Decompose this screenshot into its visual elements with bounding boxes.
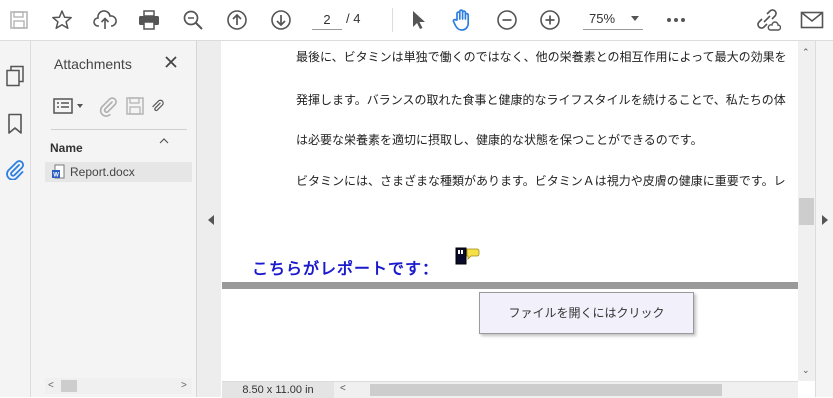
right-rail — [815, 41, 833, 397]
attachments-toolbar — [51, 91, 191, 121]
column-header-name[interactable]: Name — [50, 141, 83, 155]
scroll-right-icon[interactable]: > — [181, 380, 187, 391]
select-cursor-icon[interactable] — [405, 6, 431, 34]
file-attachment-annotation-icon[interactable] — [455, 246, 481, 269]
attachments-icon[interactable] — [3, 156, 27, 182]
main-toolbar: / 4 75% — [0, 0, 833, 41]
tooltip: ファイルを開くにはクリック — [479, 292, 694, 334]
sort-chevron-up-icon[interactable] — [159, 133, 169, 147]
panel-horizontal-scrollbar[interactable]: < > — [45, 378, 192, 394]
collapse-left-icon[interactable] — [208, 215, 214, 225]
attachment-row[interactable]: W Report.docx — [45, 162, 192, 182]
zoom-value: 75% — [589, 11, 616, 26]
more-icon[interactable] — [663, 6, 689, 34]
attach-file-icon[interactable] — [98, 95, 120, 117]
svg-text:W: W — [53, 173, 59, 179]
bookmarks-icon[interactable] — [3, 111, 27, 137]
scrollbar-thumb[interactable] — [799, 198, 814, 225]
left-rail — [0, 41, 31, 397]
bookmark-star-icon[interactable] — [49, 6, 75, 34]
panel-title: Attachments — [54, 56, 132, 72]
document-horizontal-scrollbar-thumb[interactable] — [370, 384, 722, 396]
body-text-line: 発揮します。バランスの取れた食事と健康的なライフスタイルを続けることで、私たちの… — [296, 93, 786, 107]
zoom-select[interactable]: 75% — [583, 9, 643, 30]
save-icon[interactable] — [6, 6, 32, 34]
document-viewport[interactable]: 最後に、ビタミンは単独で働くのではなく、他の栄養素との相互作用によって最大の効果… — [222, 41, 798, 381]
tooltip-text: ファイルを開くにはクリック — [508, 306, 665, 320]
share-link-icon[interactable] — [755, 6, 781, 34]
page-up-icon[interactable] — [224, 6, 250, 34]
hand-tool-icon[interactable] — [449, 6, 475, 34]
panel-splitter[interactable] — [197, 41, 221, 397]
page-total-label: / 4 — [346, 11, 361, 26]
save-attachment-icon[interactable] — [124, 95, 146, 117]
zoom-search-icon[interactable] — [180, 6, 206, 34]
panel-divider — [51, 129, 187, 130]
document-vertical-scrollbar[interactable]: ⌃ ⌄ — [798, 41, 815, 381]
zoom-in-icon[interactable] — [537, 6, 563, 34]
chevron-down-icon — [631, 16, 639, 21]
page-thumbnails-icon[interactable] — [3, 63, 27, 89]
close-icon[interactable] — [162, 53, 180, 71]
toolbar-separator — [392, 8, 393, 32]
page-number-input[interactable] — [312, 9, 342, 30]
attachments-panel: Attachments Name W Report.docx < > — [31, 41, 197, 397]
report-heading: こちらがレポートです： — [252, 259, 440, 278]
expand-right-panel-icon[interactable] — [822, 215, 828, 225]
body-text-line: ビタミンには、さまざまな種類があります。ビタミンＡは視力や皮膚の健康に重要です。… — [296, 174, 786, 188]
scrollbar-thumb[interactable] — [61, 380, 77, 392]
page-size-label: 8.50 x 11.00 in — [222, 382, 334, 398]
attachment-file-name: Report.docx — [70, 165, 135, 179]
page-break — [222, 282, 798, 289]
upload-cloud-icon[interactable] — [92, 6, 118, 34]
scroll-up-icon[interactable]: ⌃ — [802, 47, 810, 58]
scroll-left-icon[interactable]: < — [340, 383, 346, 394]
zoom-out-icon[interactable] — [494, 6, 520, 34]
print-icon[interactable] — [136, 6, 162, 34]
options-menu-icon[interactable] — [51, 95, 87, 117]
body-text-line: は必要な栄養素を適切に摂取し、健康的な状態を保つことができるのです。 — [296, 133, 703, 147]
edit-attachment-icon[interactable] — [150, 95, 166, 117]
email-icon[interactable] — [799, 6, 825, 34]
status-bar: 8.50 x 11.00 in < — [222, 381, 798, 398]
body-text-line: 最後に、ビタミンは単独で働くのではなく、他の栄養素との相互作用によって最大の効果… — [296, 50, 787, 64]
page-down-icon[interactable] — [268, 6, 294, 34]
scroll-left-icon[interactable]: < — [48, 380, 54, 391]
word-document-icon: W — [51, 164, 65, 183]
scroll-down-icon[interactable]: ⌄ — [802, 365, 810, 376]
